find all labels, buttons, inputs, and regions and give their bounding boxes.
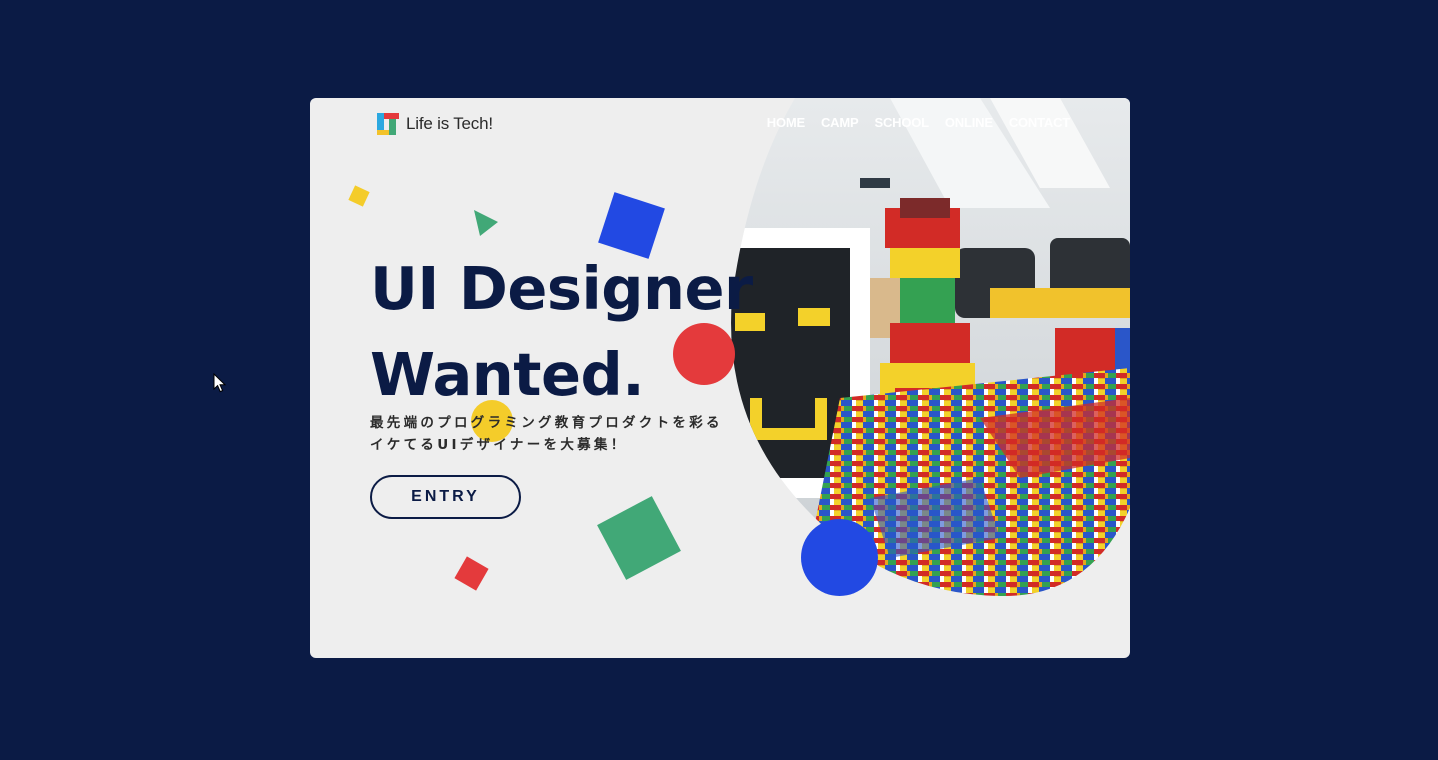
- hero-title-line1: UI Designer: [370, 254, 753, 323]
- red-square-shape: [454, 556, 489, 591]
- hero-subtitle: 最先端のプログラミング教育プロダクトを彩る イケてるUIデザイナーを大募集！: [370, 412, 723, 456]
- green-triangle-shape: [474, 210, 498, 236]
- hero-subtitle-line1: 最先端のプログラミング教育プロダクトを彩る: [370, 415, 723, 431]
- blue-circle-shape: [801, 519, 878, 596]
- hero-subtitle-line2: イケてるUIデザイナーを大募集！: [370, 437, 628, 453]
- life-is-tech-logo-icon: [377, 113, 399, 135]
- entry-button[interactable]: ENTRY: [370, 475, 521, 519]
- brand-logo[interactable]: Life is Tech!: [376, 111, 493, 137]
- hero-title: UI Designer Wanted.: [370, 246, 753, 418]
- main-nav: HOME CAMP SCHOOL ONLINE CONTACT: [767, 115, 1070, 130]
- yellow-square-shape: [348, 185, 370, 207]
- nav-online[interactable]: ONLINE: [945, 115, 993, 130]
- green-square-shape: [597, 496, 681, 580]
- mouse-cursor-icon: [213, 373, 227, 393]
- hero-lego-photo: [731, 98, 1130, 597]
- brand-name: Life is Tech!: [406, 114, 493, 133]
- hero-title-line2: Wanted.: [370, 340, 645, 409]
- landing-card: Life is Tech! HOME CAMP SCHOOL ONLINE CO…: [310, 98, 1130, 658]
- nav-home[interactable]: HOME: [767, 115, 805, 130]
- nav-camp[interactable]: CAMP: [821, 115, 859, 130]
- nav-school[interactable]: SCHOOL: [874, 115, 929, 130]
- nav-contact[interactable]: CONTACT: [1009, 115, 1070, 130]
